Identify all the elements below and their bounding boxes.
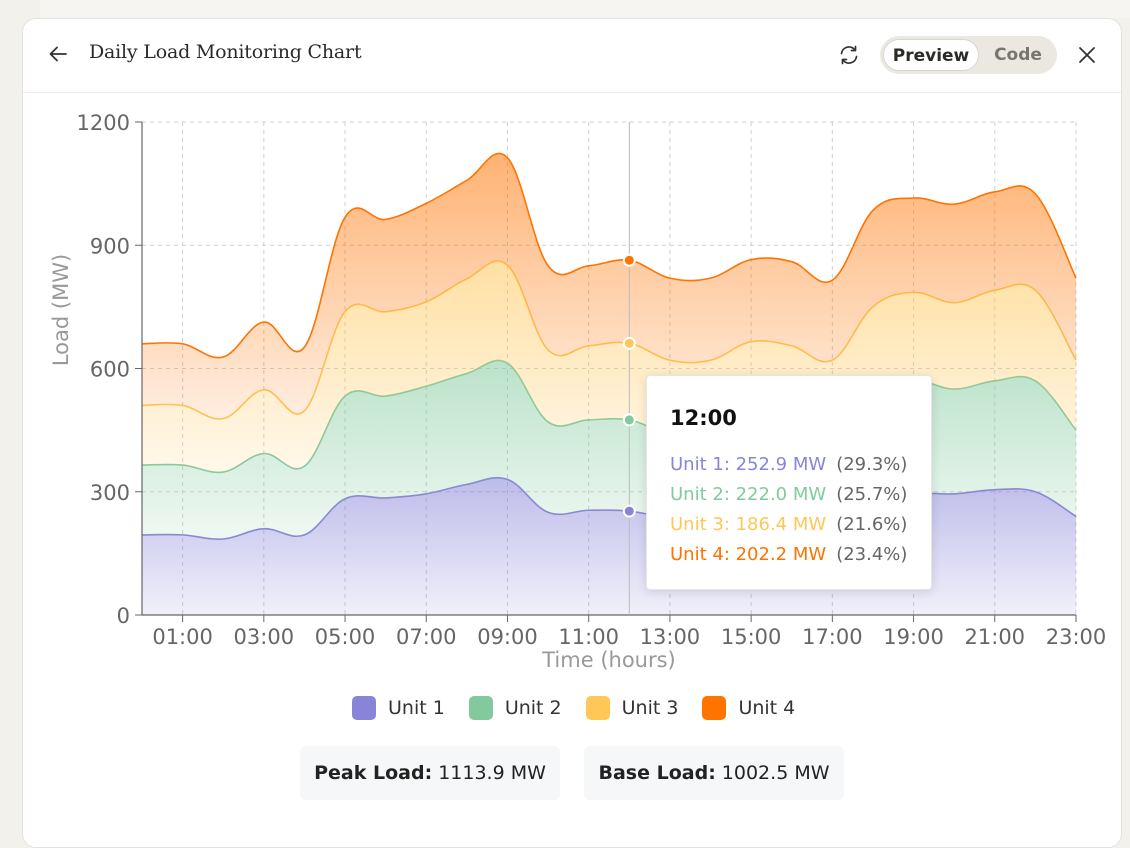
legend-item-unit-1[interactable]: Unit 1 (352, 696, 445, 720)
y-axis-label: Load (MW) (49, 254, 73, 366)
tooltip-percent: (29.3%) (836, 454, 908, 475)
legend-swatch (352, 696, 376, 720)
x-tick-label: 15:00 (721, 625, 782, 649)
legend-label: Unit 1 (388, 697, 445, 719)
legend-label: Unit 2 (504, 697, 562, 719)
stacked-area-chart: 0 300 600 900 1200 01:00 03:00 05:00 07:00 09:00 1… (49, 111, 1107, 672)
x-axis-label: Time (hours) (541, 648, 676, 672)
active-dot (622, 253, 636, 267)
x-tick-label: 19:00 (883, 625, 944, 649)
y-tick-label: 900 (90, 234, 130, 258)
x-tick-label: 13:00 (640, 625, 701, 649)
legend-item-unit-2[interactable]: Unit 2 (468, 696, 562, 720)
tooltip-value: Unit 4: 202.2 MW (670, 544, 827, 565)
legend-swatch (585, 696, 610, 720)
x-tick-label: 21:00 (965, 625, 1026, 649)
y-tick-label: 300 (90, 481, 130, 505)
peak-load-label: Peak Load: (314, 762, 433, 784)
x-tick-label: 09:00 (477, 625, 538, 649)
tooltip-row-unit-2: Unit 2: 222.0 MW (25.7%) (670, 484, 907, 505)
tooltip-percent: (23.4%) (836, 544, 908, 565)
chart-legend: Unit 1 Unit 2 Unit 3 Unit 4 (352, 695, 819, 721)
x-tick-label: 05:00 (315, 625, 376, 649)
x-tick-label: 11:00 (558, 625, 619, 649)
legend-swatch (468, 696, 493, 720)
chart-tooltip: 12:00 Unit 1: 252.9 MW (29.3%) Unit 2: 22… (646, 375, 932, 590)
tooltip-value: Unit 2: 222.0 MW (670, 484, 827, 505)
peak-load-stat: Peak Load: 1113.9 MW (300, 746, 560, 800)
y-tick-label: 600 (90, 358, 130, 382)
tooltip-title: 12:00 (670, 406, 737, 430)
tooltip-percent: (25.7%) (836, 484, 908, 505)
active-dot (622, 413, 636, 427)
x-tick-label: 01:00 (152, 625, 213, 649)
tooltip-value: Unit 1: 252.9 MW (670, 454, 827, 475)
x-tick-label: 03:00 (234, 625, 295, 649)
legend-item-unit-3[interactable]: Unit 3 (585, 696, 679, 720)
tooltip-row-unit-4: Unit 4: 202.2 MW (23.4%) (670, 544, 907, 565)
active-dot (622, 336, 636, 350)
tooltip-value: Unit 3: 186.4 MW (670, 514, 827, 535)
legend-label: Unit 4 (738, 697, 796, 719)
x-tick-label: 23:00 (1046, 625, 1107, 649)
base-load-stat: Base Load: 1002.5 MW (584, 746, 844, 800)
peak-load-value: 1113.9 MW (438, 762, 546, 784)
tooltip-percent: (21.6%) (836, 514, 908, 535)
base-load-value: 1002.5 MW (721, 762, 830, 784)
legend-label: Unit 3 (621, 697, 679, 719)
y-tick-label: 0 (117, 604, 130, 628)
tooltip-row-unit-1: Unit 1: 252.9 MW (29.3%) (670, 454, 907, 475)
active-dot (622, 504, 636, 518)
tooltip-row-unit-3: Unit 3: 186.4 MW (21.6%) (670, 514, 907, 535)
x-tick-label: 07:00 (396, 625, 457, 649)
y-tick-label: 1200 (77, 111, 130, 135)
x-tick-label: 17:00 (802, 625, 863, 649)
chart-areas (141, 152, 1077, 615)
base-load-label: Base Load: (598, 762, 716, 784)
legend-item-unit-4[interactable]: Unit 4 (702, 696, 795, 720)
legend-swatch (702, 696, 727, 720)
